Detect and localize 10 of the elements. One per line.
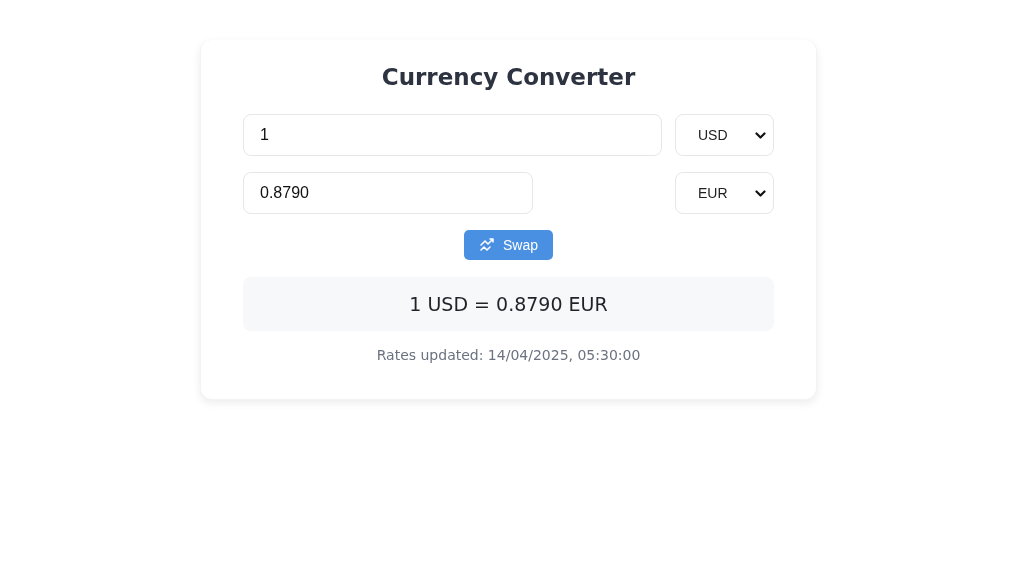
caret-icon — [755, 131, 766, 139]
amount-field[interactable]: 1 — [243, 114, 662, 156]
result-panel: 1 USD = 0.8790 EUR — [243, 277, 774, 331]
card-title: Currency Converter — [380, 63, 637, 92]
currency-select[interactable]: USD — [675, 114, 774, 156]
rates-updated-text: Rates updated: 14/04/2025, 05:30:00 — [375, 347, 642, 363]
converted-amount-field[interactable]: 0.8790 — [243, 172, 533, 214]
swap-icon — [480, 238, 496, 252]
caret-icon — [755, 189, 766, 197]
currency-select[interactable]: EUR — [675, 172, 774, 214]
